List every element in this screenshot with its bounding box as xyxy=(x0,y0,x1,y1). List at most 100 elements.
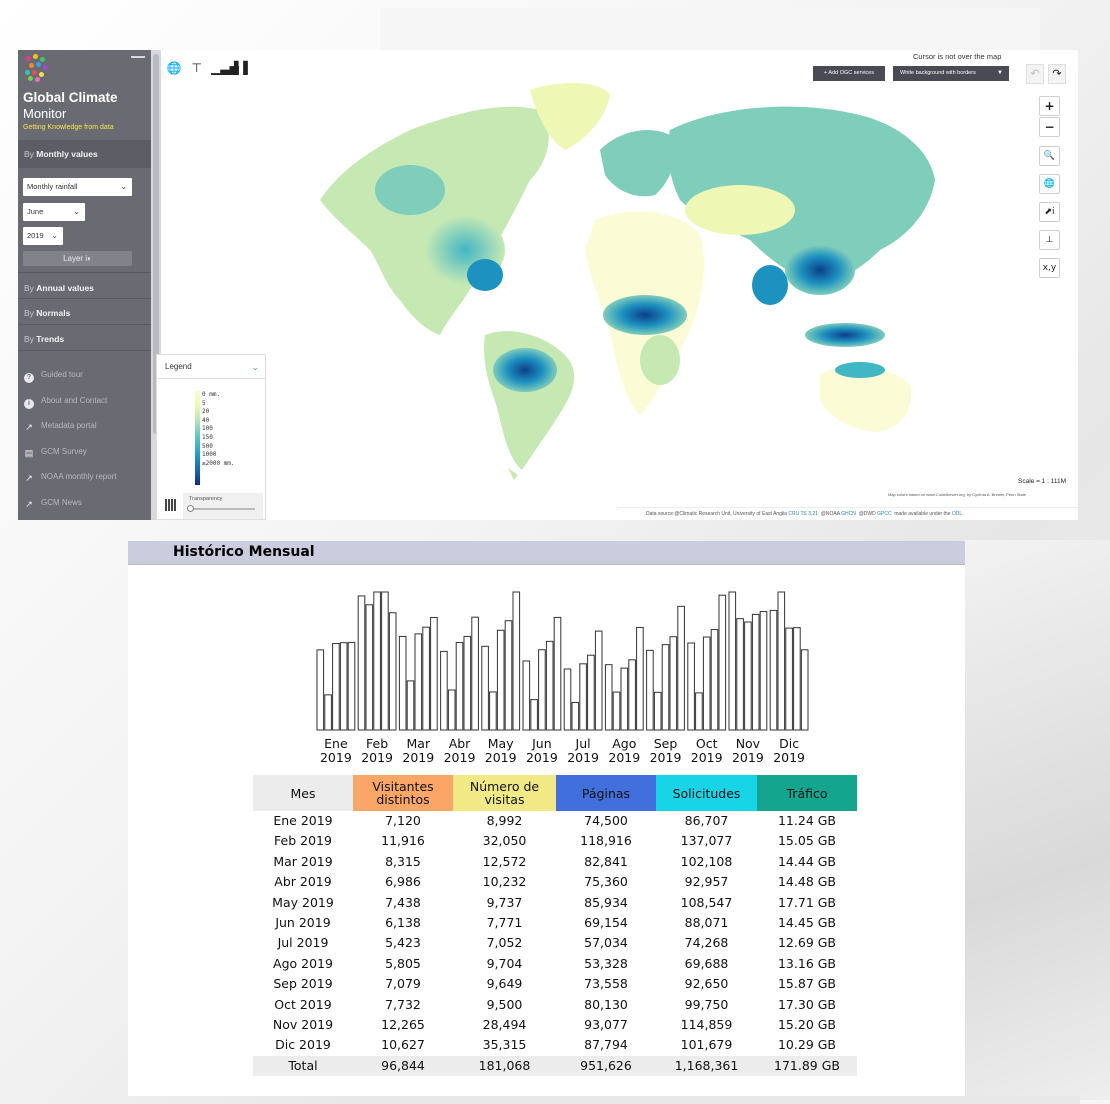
zoom-in-button[interactable]: + xyxy=(1039,96,1060,116)
x-tick-label: 2019 xyxy=(650,750,682,765)
x-tick-label: Nov xyxy=(736,736,761,751)
cell-visitas: 35,315 xyxy=(482,1037,527,1053)
section-prefix: By xyxy=(24,308,37,318)
cell-mes: Mar 2019 xyxy=(273,853,333,869)
section-annual-values[interactable]: By Annual values xyxy=(18,278,151,298)
map-scale: Scale = 1 : 111M xyxy=(1018,478,1066,485)
year-select[interactable]: 2019 ⌄ xyxy=(23,227,63,245)
chart-bar xyxy=(414,633,423,731)
cell-mes: Dic 2019 xyxy=(275,1037,331,1053)
cell-visitantes: 10,627 xyxy=(381,1037,425,1053)
table-row: Jun 2019 6,138 7,771 69,154 88,071 14.45 GB xyxy=(253,913,857,933)
globe-icon[interactable]: 🌐 xyxy=(166,60,183,77)
cell-visitantes: 11,916 xyxy=(381,833,425,849)
transparency-slider[interactable] xyxy=(189,508,255,510)
cell-mes: Sep 2019 xyxy=(273,976,333,992)
x-tick-label: 2019 xyxy=(773,750,805,765)
cell-paginas: 53,328 xyxy=(584,955,628,971)
background-select[interactable]: White background with borders ▼ xyxy=(893,66,1009,81)
noaa-report-link[interactable]: ↗ NOAA monthly report xyxy=(24,472,117,483)
grid-icon[interactable] xyxy=(165,499,177,511)
dwd-credit: @DWD xyxy=(858,511,876,517)
cell-solicitudes: 92,957 xyxy=(684,874,729,890)
divider xyxy=(18,350,151,351)
table-row: Dic 2019 10,627 35,315 87,794 101,679 10.29 G… xyxy=(253,1035,857,1055)
histogram-icon[interactable]: ▌▌ xyxy=(234,60,252,77)
background-select-value: White background with borders xyxy=(900,70,976,76)
table-row: Abr 2019 6,986 10,232 75,360 92,957 14.48 GB xyxy=(253,872,857,892)
cell-solicitudes: 69,688 xyxy=(684,955,729,971)
cell-paginas: 80,130 xyxy=(584,996,628,1012)
app-title: Global Climate xyxy=(23,90,118,105)
measure-icon: ⊥ xyxy=(1045,235,1054,245)
transparency-slider-handle[interactable] xyxy=(187,505,194,512)
ghcn-link[interactable]: GHCN xyxy=(841,511,856,517)
cru-link[interactable]: CRU TS 3.21 xyxy=(788,511,818,517)
transparency-label: Transparency xyxy=(189,496,223,502)
cursor-status: Cursor is not over the map xyxy=(913,52,1002,61)
section-monthly-values[interactable]: By Monthly values xyxy=(18,140,151,168)
layer-button[interactable]: Layer i◐ xyxy=(23,251,132,266)
variable-select[interactable]: Monthly rainfall ⌄ xyxy=(23,178,132,196)
cell-visitas: 9,737 xyxy=(486,894,523,910)
redo-button[interactable]: ↷ xyxy=(1048,64,1066,84)
chart-bar xyxy=(316,649,325,731)
table-body: Ene 2019 7,120 8,992 74,500 86,707 11.24 GB Fe… xyxy=(253,811,857,1077)
coordinates-button[interactable]: x,y xyxy=(1039,258,1060,278)
cell-visitantes: 7,120 xyxy=(385,813,421,828)
full-extent-button[interactable]: 🌐 xyxy=(1039,174,1060,194)
metadata-portal-link[interactable]: ↗ Metadata portal xyxy=(24,421,96,432)
legend-label: 150 xyxy=(202,433,213,441)
cursor-info-icon: ⬈i xyxy=(1044,207,1055,217)
cell-trafico: 13.16 GB xyxy=(777,955,837,971)
gpcc-link[interactable]: GPCC xyxy=(877,511,891,517)
cell-visitantes: 6,986 xyxy=(385,874,421,890)
chart-bar xyxy=(751,613,760,731)
gcm-news-link[interactable]: ↗ GCM News xyxy=(24,498,82,509)
cell-visitas: 32,050 xyxy=(482,833,527,849)
chart-bar xyxy=(512,591,521,731)
external-link-icon: ↗ xyxy=(25,422,33,432)
add-ogc-services-button[interactable]: + Add OGC services xyxy=(813,66,885,81)
month-select[interactable]: June ⌄ xyxy=(23,203,85,221)
pin-icon[interactable]: ⊤ xyxy=(189,60,206,77)
app-tagline: Getting Knowledge from data xyxy=(23,124,114,131)
column-header-solicitudes: Solicitudes xyxy=(656,775,757,811)
zoom-box-button[interactable]: 🔍 xyxy=(1039,146,1060,166)
section-trends[interactable]: By Trends xyxy=(18,329,151,349)
link-label: Guided tour xyxy=(41,370,83,379)
info-pointer-button[interactable]: ⬈i xyxy=(1039,202,1060,222)
layer-info-icon: i◐ xyxy=(85,254,92,263)
about-contact-link[interactable]: i About and Contact xyxy=(24,396,107,409)
cell-paginas: 69,154 xyxy=(584,915,628,931)
cell-mes-total: Total xyxy=(253,1055,353,1077)
section-normals[interactable]: By Normals xyxy=(18,303,151,323)
column-header-paginas: Páginas xyxy=(556,775,656,811)
measure-button[interactable]: ⊥ xyxy=(1039,230,1060,250)
table-row: Ene 2019 7,120 8,992 74,500 86,707 11.24 GB xyxy=(253,811,857,831)
x-tick-label: 2019 xyxy=(361,750,393,765)
odl-link[interactable]: ODL xyxy=(952,511,962,517)
table-row: Oct 2019 7,732 9,500 80,130 99,750 17.30 GB xyxy=(253,995,857,1015)
x-tick-label: Mar xyxy=(407,736,431,751)
link-label: NOAA monthly report xyxy=(41,472,117,481)
minimize-icon[interactable] xyxy=(131,56,145,58)
legend-labels: 0 mm. 5 20 40 100 150 500 1000 ≥2000 mm. xyxy=(202,391,235,468)
cell-paginas: 73,558 xyxy=(584,976,628,992)
zoom-out-button[interactable]: − xyxy=(1039,117,1060,137)
x-tick-label: 2019 xyxy=(485,750,517,765)
cell-paginas: 75,360 xyxy=(584,874,628,890)
cell-solicitudes: 92,650 xyxy=(684,976,729,992)
cell-solicitudes: 74,268 xyxy=(684,935,729,951)
divider xyxy=(18,298,151,299)
chart-bar xyxy=(793,627,801,731)
chart-bar xyxy=(324,694,332,731)
legend-header[interactable]: Legend ⌄ xyxy=(157,355,265,379)
undo-button[interactable]: ↶ xyxy=(1026,64,1044,84)
guided-tour-link[interactable]: ? Guided tour xyxy=(24,370,83,383)
gcm-survey-link[interactable]: ▤ GCM Survey xyxy=(24,447,87,458)
chart-bar xyxy=(332,643,340,731)
bar-chart-icon[interactable]: ▁▃▅ xyxy=(211,60,239,77)
world-precipitation-map[interactable] xyxy=(300,70,942,480)
x-tick-label: Oct xyxy=(696,736,718,751)
